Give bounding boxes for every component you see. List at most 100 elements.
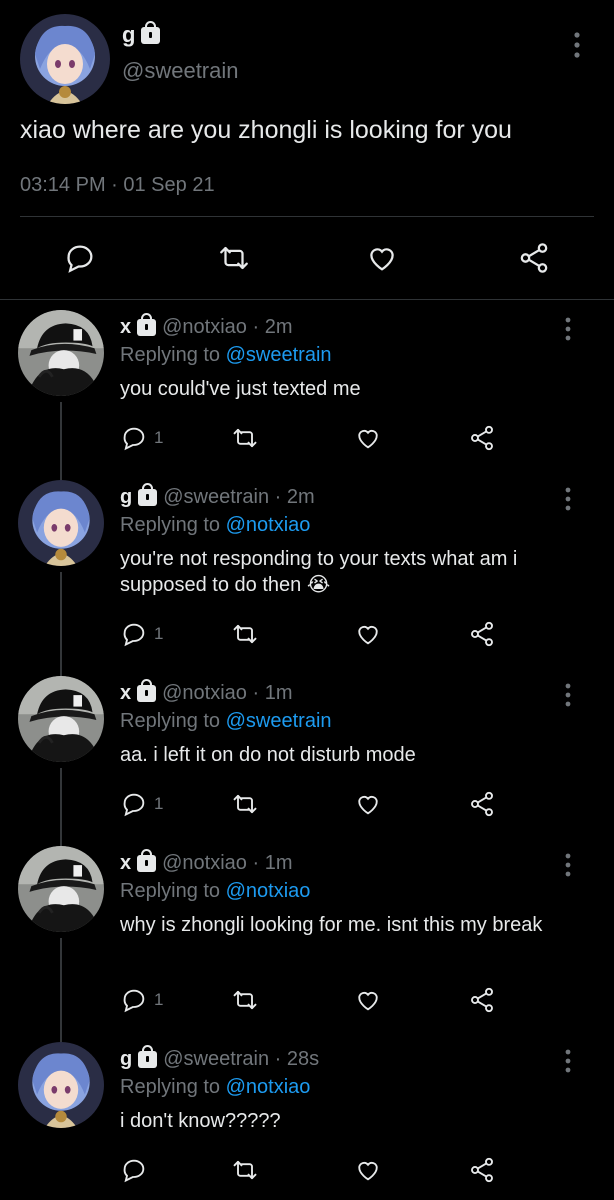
- tweet-actions: [0, 236, 614, 280]
- reply-button[interactable]: [120, 1152, 154, 1188]
- more-icon[interactable]: [562, 1048, 574, 1074]
- divider: [20, 216, 594, 217]
- avatar[interactable]: [18, 310, 104, 396]
- reply-header: x @notxiao · 2m: [120, 313, 292, 339]
- thread-line: [60, 768, 62, 846]
- replying-to: Replying to @notxiao: [120, 1076, 311, 1098]
- more-icon[interactable]: [562, 852, 574, 878]
- tweet-actions: 1: [110, 786, 510, 822]
- avatar[interactable]: [18, 480, 104, 566]
- tweet-actions: 1: [110, 420, 510, 456]
- replying-to: Replying to @notxiao: [120, 880, 311, 902]
- like-icon[interactable]: [360, 236, 404, 280]
- replying-to-link[interactable]: @sweetrain: [226, 344, 332, 366]
- share-icon[interactable]: [512, 236, 556, 280]
- tweet-text: i don't know?????: [120, 1110, 281, 1132]
- tweet-actions: 1: [110, 616, 510, 652]
- display-name[interactable]: g: [120, 486, 132, 509]
- share-icon[interactable]: [468, 1152, 496, 1188]
- reply-tweet[interactable]: x @notxiao · 1m Replying to @notxiao why…: [0, 846, 614, 1042]
- thread-line: [60, 572, 62, 676]
- replying-to-link[interactable]: @notxiao: [226, 1076, 311, 1098]
- lock-icon: [137, 679, 157, 702]
- thread-line: [60, 402, 62, 480]
- lock-icon: [137, 849, 157, 872]
- replying-to-link[interactable]: @notxiao: [226, 880, 311, 902]
- reply-count: 1: [154, 624, 164, 643]
- retweet-icon[interactable]: [230, 1152, 260, 1188]
- display-name[interactable]: g: [120, 1048, 132, 1071]
- username-time[interactable]: @notxiao · 2m: [162, 316, 292, 339]
- reply-icon: [120, 1156, 148, 1184]
- reply-icon[interactable]: [58, 236, 102, 280]
- tweet-text: xiao where are you zhongli is looking fo…: [20, 116, 512, 144]
- reply-header: x @notxiao · 1m: [120, 679, 292, 705]
- lock-icon: [141, 20, 161, 44]
- reply-tweet[interactable]: x @notxiao · 2m Replying to @sweetrain y…: [0, 310, 614, 480]
- avatar[interactable]: [18, 1042, 104, 1128]
- reply-count: 1: [154, 794, 164, 813]
- reply-button[interactable]: 1: [120, 982, 163, 1018]
- like-icon[interactable]: [354, 420, 382, 456]
- more-icon[interactable]: [562, 316, 574, 342]
- replying-to-link[interactable]: @notxiao: [226, 514, 311, 536]
- display-name[interactable]: x: [120, 316, 131, 339]
- share-icon[interactable]: [468, 420, 496, 456]
- like-icon[interactable]: [354, 1152, 382, 1188]
- tweet-text: why is zhongli looking for me. isnt this…: [120, 914, 543, 936]
- main-tweet: g @sweetrain xiao where are you zhongli …: [0, 0, 614, 300]
- username-time[interactable]: @sweetrain · 28s: [163, 1048, 319, 1071]
- username-time[interactable]: @notxiao · 1m: [162, 682, 292, 705]
- reply-tweet[interactable]: g @sweetrain · 28s Replying to @notxiao …: [0, 1042, 614, 1200]
- avatar[interactable]: [18, 846, 104, 932]
- username-time[interactable]: @sweetrain · 2m: [163, 486, 314, 509]
- replying-to: Replying to @sweetrain: [120, 344, 332, 366]
- reply-tweet[interactable]: x @notxiao · 1m Replying to @sweetrain a…: [0, 676, 614, 846]
- retweet-icon[interactable]: [212, 236, 256, 280]
- reply-button[interactable]: 1: [120, 786, 163, 822]
- share-icon[interactable]: [468, 616, 496, 652]
- username[interactable]: @sweetrain: [122, 58, 239, 84]
- reply-header: x @notxiao · 1m: [120, 849, 292, 875]
- avatar[interactable]: [20, 14, 110, 104]
- more-icon[interactable]: [570, 30, 584, 60]
- display-name[interactable]: x: [120, 852, 131, 875]
- reply-icon: [120, 790, 148, 818]
- reply-icon: [120, 620, 148, 648]
- reply-count: 1: [154, 990, 164, 1009]
- thread-line: [60, 938, 62, 1042]
- replying-to-link[interactable]: @sweetrain: [226, 710, 332, 732]
- retweet-icon[interactable]: [230, 616, 260, 652]
- reply-button[interactable]: 1: [120, 616, 163, 652]
- like-icon[interactable]: [354, 786, 382, 822]
- reply-tweet[interactable]: g @sweetrain · 2m Replying to @notxiao y…: [0, 480, 614, 676]
- reply-header: g @sweetrain · 2m: [120, 483, 315, 509]
- tweet-text: aa. i left it on do not disturb mode: [120, 744, 416, 766]
- reply-button[interactable]: 1: [120, 420, 163, 456]
- tweet-text: you're not responding to your texts what…: [120, 548, 518, 596]
- like-icon[interactable]: [354, 982, 382, 1018]
- replying-to: Replying to @sweetrain: [120, 710, 332, 732]
- share-icon[interactable]: [468, 982, 496, 1018]
- lock-icon: [137, 313, 157, 336]
- display-name[interactable]: x: [120, 682, 131, 705]
- retweet-icon[interactable]: [230, 982, 260, 1018]
- display-name[interactable]: g: [122, 20, 161, 48]
- reply-icon: [120, 424, 148, 452]
- reply-icon: [120, 986, 148, 1014]
- reply-header: g @sweetrain · 28s: [120, 1045, 319, 1071]
- more-icon[interactable]: [562, 486, 574, 512]
- timestamp[interactable]: 03:14 PM · 01 Sep 21: [20, 174, 215, 197]
- retweet-icon[interactable]: [230, 420, 260, 456]
- lock-icon: [138, 1045, 158, 1068]
- like-icon[interactable]: [354, 616, 382, 652]
- reply-count: 1: [154, 428, 164, 447]
- replying-to: Replying to @notxiao: [120, 514, 311, 536]
- retweet-icon[interactable]: [230, 786, 260, 822]
- share-icon[interactable]: [468, 786, 496, 822]
- lock-icon: [138, 483, 158, 506]
- username-time[interactable]: @notxiao · 1m: [162, 852, 292, 875]
- avatar[interactable]: [18, 676, 104, 762]
- tweet-actions: [110, 1152, 510, 1188]
- more-icon[interactable]: [562, 682, 574, 708]
